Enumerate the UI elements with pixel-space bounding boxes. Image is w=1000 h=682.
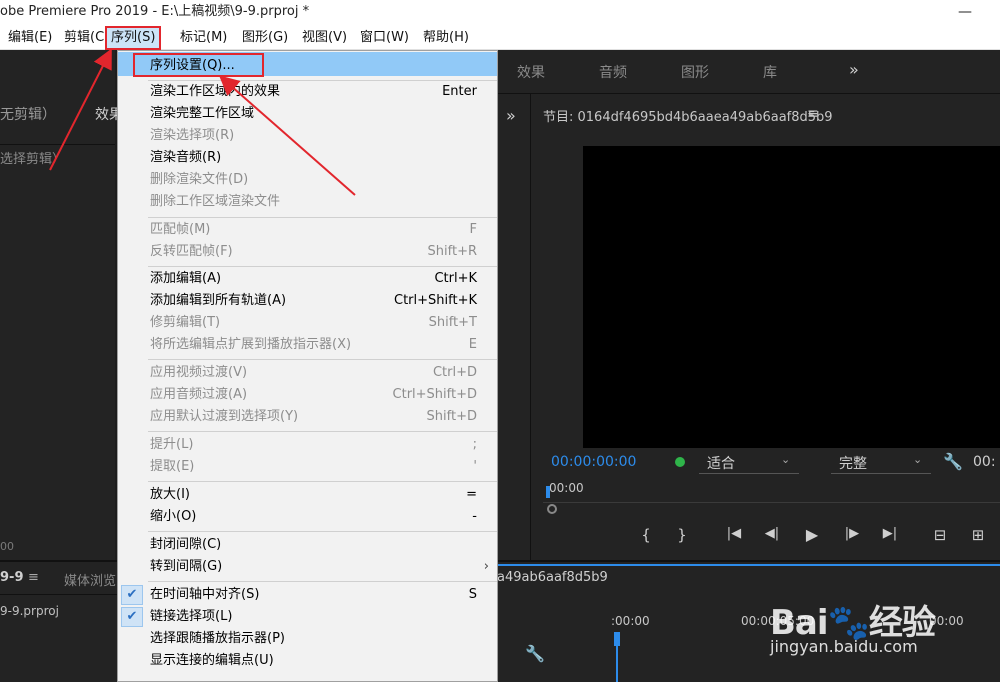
watermark-url: jingyan.baidu.com xyxy=(770,637,918,656)
arrow-to-sequence-menu xyxy=(49,48,112,171)
arrow-to-sequence-settings xyxy=(218,75,356,196)
app-window: obe Premiere Pro 2019 - E:\上稿视频\9-9.prpr… xyxy=(0,0,1000,682)
baidu-watermark: Bai🐾经验 jingyan.baidu.com xyxy=(770,595,990,665)
annotation-arrows xyxy=(49,48,356,196)
